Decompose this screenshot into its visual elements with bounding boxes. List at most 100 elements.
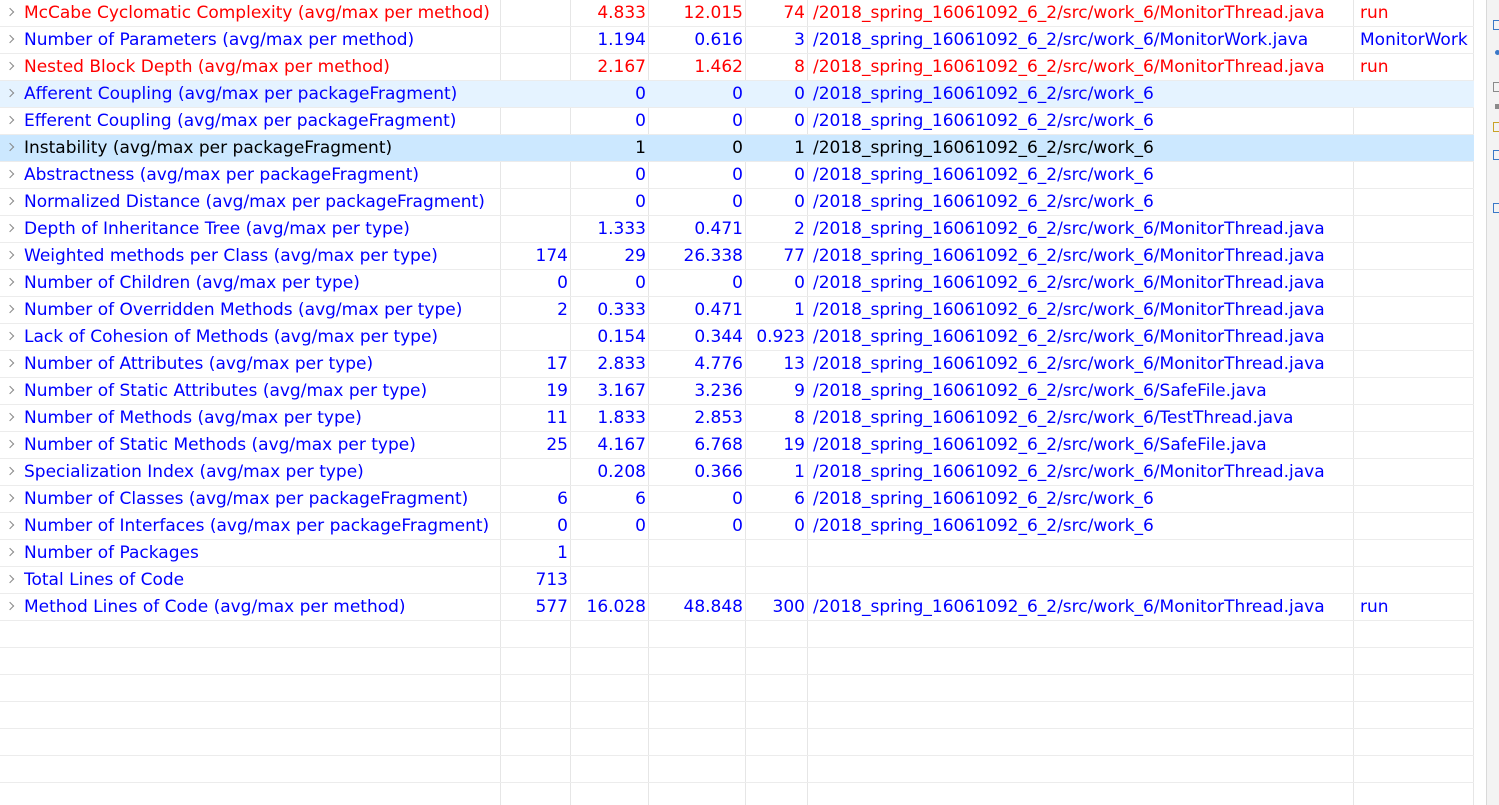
mean-cell: [572, 567, 646, 593]
maximum-cell: 0: [794, 111, 805, 131]
chevron-right-icon[interactable]: [5, 574, 15, 584]
table-row[interactable]: Number of Attributes (avg/max per type) 1…: [0, 351, 1474, 378]
method-cell: [1360, 108, 1474, 134]
method-cell: [1360, 297, 1474, 323]
chevron-right-icon[interactable]: [5, 142, 15, 152]
metric-name: Number of Methods (avg/max per type): [24, 408, 362, 428]
chevron-right-icon[interactable]: [5, 61, 15, 71]
table-row[interactable]: Number of Children (avg/max per type) 0 0 0…: [0, 270, 1474, 297]
table-row[interactable]: Number of Static Methods (avg/max per ty…: [0, 432, 1474, 459]
table-row[interactable]: Weighted methods per Class (avg/max per …: [0, 243, 1474, 270]
chevron-right-icon[interactable]: [5, 7, 15, 17]
table-row[interactable]: Afferent Coupling (avg/max per packageFr…: [0, 81, 1474, 108]
metric-name: Number of Overridden Methods (avg/max pe…: [24, 300, 463, 320]
metric-name: Nested Block Depth (avg/max per method): [24, 57, 390, 77]
console-icon[interactable]: [1493, 82, 1499, 92]
empty-row: [0, 621, 1474, 648]
total-cell: 0: [557, 516, 568, 536]
resource-path-cell: /2018_spring_16061092_6_2/src/work_6: [813, 138, 1154, 158]
table-row[interactable]: Number of Packages 1: [0, 540, 1474, 567]
chevron-right-icon[interactable]: [5, 331, 15, 341]
std-dev-cell: 0.471: [694, 219, 743, 239]
chevron-right-icon[interactable]: [5, 439, 15, 449]
chevron-right-icon[interactable]: [5, 358, 15, 368]
table-row[interactable]: Efferent Coupling (avg/max per packageFr…: [0, 108, 1474, 135]
table-row[interactable]: Lack of Cohesion of Methods (avg/max per…: [0, 324, 1474, 351]
table-row[interactable]: Number of Static Attributes (avg/max per…: [0, 378, 1474, 405]
mean-cell: 2.833: [597, 354, 646, 374]
chevron-right-icon[interactable]: [5, 223, 15, 233]
method-cell: [1360, 324, 1474, 350]
std-dev-cell: 1.462: [694, 57, 743, 77]
method-cell: [1360, 405, 1474, 431]
chevron-right-icon[interactable]: [5, 493, 15, 503]
mean-cell: 3.167: [597, 381, 646, 401]
chevron-right-icon[interactable]: [5, 196, 15, 206]
table-row[interactable]: Nested Block Depth (avg/max per method) 2…: [0, 54, 1474, 81]
chevron-right-icon[interactable]: [5, 547, 15, 557]
method-cell: run: [1360, 597, 1389, 617]
mean-cell: 0.208: [597, 462, 646, 482]
mean-cell: 1.833: [597, 408, 646, 428]
view-icon[interactable]: [1495, 50, 1499, 55]
std-dev-cell: 12.015: [683, 3, 743, 23]
method-cell: [1360, 351, 1474, 377]
outline-icon[interactable]: [1493, 150, 1499, 160]
resource-path-cell: /2018_spring_16061092_6_2/src/work_6/Saf…: [813, 435, 1267, 455]
metric-name: McCabe Cyclomatic Complexity (avg/max pe…: [24, 3, 490, 23]
chevron-right-icon[interactable]: [5, 601, 15, 611]
table-row[interactable]: Instability (avg/max per packageFragment…: [0, 135, 1474, 162]
metrics-table: McCabe Cyclomatic Complexity (avg/max pe…: [0, 0, 1474, 805]
table-row[interactable]: Number of Overridden Methods (avg/max pe…: [0, 297, 1474, 324]
table-row[interactable]: Specialization Index (avg/max per type) 0…: [0, 459, 1474, 486]
metric-name: Total Lines of Code: [24, 570, 185, 590]
method-cell: [1360, 540, 1474, 566]
metrics-icon[interactable]: [1493, 203, 1499, 213]
chevron-right-icon[interactable]: [5, 169, 15, 179]
chevron-right-icon[interactable]: [5, 385, 15, 395]
table-row[interactable]: Depth of Inheritance Tree (avg/max per t…: [0, 216, 1474, 243]
empty-row: [0, 648, 1474, 675]
chevron-right-icon[interactable]: [5, 304, 15, 314]
method-cell: [1360, 513, 1474, 539]
std-dev-cell: 0.616: [694, 30, 743, 50]
table-row[interactable]: Abstractness (avg/max per packageFragmen…: [0, 162, 1474, 189]
mean-cell: 0: [635, 84, 646, 104]
std-dev-cell: 0: [732, 138, 743, 158]
chevron-right-icon[interactable]: [5, 88, 15, 98]
chevron-right-icon[interactable]: [5, 412, 15, 422]
tasks-icon[interactable]: [1493, 122, 1499, 132]
table-row[interactable]: Normalized Distance (avg/max per package…: [0, 189, 1474, 216]
metric-name: Number of Interfaces (avg/max per packag…: [24, 516, 490, 536]
table-row[interactable]: Number of Parameters (avg/max per method…: [0, 27, 1474, 54]
restore-icon[interactable]: [1493, 20, 1499, 30]
method-cell: [1360, 270, 1474, 296]
resource-path-cell: /2018_spring_16061092_6_2/src/work_6: [813, 111, 1154, 131]
chevron-right-icon[interactable]: [5, 34, 15, 44]
chevron-right-icon[interactable]: [5, 250, 15, 260]
maximum-cell: 300: [772, 597, 805, 617]
total-cell: [501, 189, 568, 215]
std-dev-cell: 3.236: [694, 381, 743, 401]
resource-path-cell: /2018_spring_16061092_6_2/src/work_6: [813, 489, 1154, 509]
std-dev-cell: 0: [732, 84, 743, 104]
table-row[interactable]: McCabe Cyclomatic Complexity (avg/max pe…: [0, 0, 1474, 27]
chevron-right-icon[interactable]: [5, 466, 15, 476]
table-row[interactable]: Number of Classes (avg/max per packageFr…: [0, 486, 1474, 513]
std-dev-cell: 0: [732, 489, 743, 509]
total-cell: 577: [535, 597, 568, 617]
std-dev-cell: 2.853: [694, 408, 743, 428]
maximum-cell: 2: [794, 219, 805, 239]
problems-icon[interactable]: [1495, 104, 1499, 109]
chevron-right-icon[interactable]: [5, 520, 15, 530]
chevron-right-icon[interactable]: [5, 115, 15, 125]
mean-cell: 6: [635, 489, 646, 509]
scrollbar-track[interactable]: [1474, 0, 1486, 805]
table-row[interactable]: Number of Interfaces (avg/max per packag…: [0, 513, 1474, 540]
total-cell: [501, 162, 568, 188]
metric-name: Number of Children (avg/max per type): [24, 273, 360, 293]
chevron-right-icon[interactable]: [5, 277, 15, 287]
table-row[interactable]: Number of Methods (avg/max per type) 11 1.…: [0, 405, 1474, 432]
table-row[interactable]: Method Lines of Code (avg/max per method…: [0, 594, 1474, 621]
table-row[interactable]: Total Lines of Code 713: [0, 567, 1474, 594]
